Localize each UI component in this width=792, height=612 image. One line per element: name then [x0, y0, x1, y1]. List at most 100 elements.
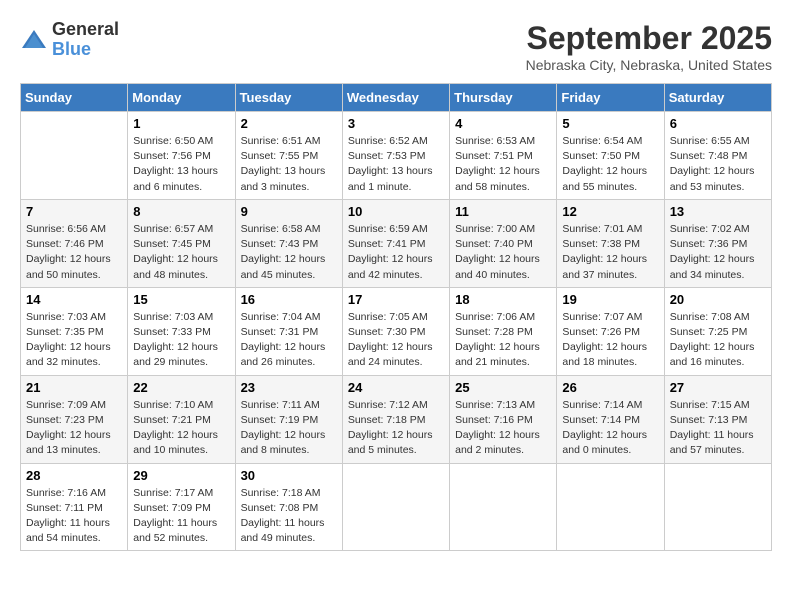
- day-number: 25: [455, 380, 551, 395]
- day-number: 18: [455, 292, 551, 307]
- cell-details: Sunrise: 6:59 AM Sunset: 7:41 PM Dayligh…: [348, 222, 444, 283]
- cell-details: Sunrise: 7:03 AM Sunset: 7:33 PM Dayligh…: [133, 310, 229, 371]
- calendar-cell: [342, 463, 449, 551]
- calendar-cell: 29 Sunrise: 7:17 AM Sunset: 7:09 PM Dayli…: [128, 463, 235, 551]
- calendar-cell: [664, 463, 771, 551]
- day-number: 11: [455, 204, 551, 219]
- cell-details: Sunrise: 6:57 AM Sunset: 7:45 PM Dayligh…: [133, 222, 229, 283]
- cell-details: Sunrise: 7:00 AM Sunset: 7:40 PM Dayligh…: [455, 222, 551, 283]
- calendar-cell: 4 Sunrise: 6:53 AM Sunset: 7:51 PM Daylig…: [450, 112, 557, 200]
- day-number: 1: [133, 116, 229, 131]
- day-number: 15: [133, 292, 229, 307]
- column-header-sunday: Sunday: [21, 84, 128, 112]
- day-number: 19: [562, 292, 658, 307]
- calendar-cell: 8 Sunrise: 6:57 AM Sunset: 7:45 PM Daylig…: [128, 199, 235, 287]
- calendar-cell: 16 Sunrise: 7:04 AM Sunset: 7:31 PM Dayli…: [235, 287, 342, 375]
- week-row-1: 1 Sunrise: 6:50 AM Sunset: 7:56 PM Daylig…: [21, 112, 772, 200]
- day-number: 8: [133, 204, 229, 219]
- day-number: 21: [26, 380, 122, 395]
- cell-details: Sunrise: 7:15 AM Sunset: 7:13 PM Dayligh…: [670, 398, 766, 459]
- week-row-5: 28Sunrise: 7:16 AM Sunset: 7:11 PM Dayli…: [21, 463, 772, 551]
- cell-details: Sunrise: 6:55 AM Sunset: 7:48 PM Dayligh…: [670, 134, 766, 195]
- cell-details: Sunrise: 7:06 AM Sunset: 7:28 PM Dayligh…: [455, 310, 551, 371]
- day-number: 24: [348, 380, 444, 395]
- week-row-3: 14 Sunrise: 7:03 AM Sunset: 7:35 PM Dayli…: [21, 287, 772, 375]
- calendar-cell: 26Sunrise: 7:14 AM Sunset: 7:14 PM Dayli…: [557, 375, 664, 463]
- cell-details: Sunrise: 7:16 AM Sunset: 7:11 PM Dayligh…: [26, 486, 122, 547]
- cell-details: Sunrise: 6:56 AM Sunset: 7:46 PM Dayligh…: [26, 222, 122, 283]
- day-number: 10: [348, 204, 444, 219]
- calendar-cell: 9 Sunrise: 6:58 AM Sunset: 7:43 PM Daylig…: [235, 199, 342, 287]
- logo: General Blue: [20, 20, 119, 60]
- column-header-wednesday: Wednesday: [342, 84, 449, 112]
- cell-details: Sunrise: 6:50 AM Sunset: 7:56 PM Dayligh…: [133, 134, 229, 195]
- cell-details: Sunrise: 7:04 AM Sunset: 7:31 PM Dayligh…: [241, 310, 337, 371]
- week-row-2: 7 Sunrise: 6:56 AM Sunset: 7:46 PM Daylig…: [21, 199, 772, 287]
- day-number: 6: [670, 116, 766, 131]
- cell-details: Sunrise: 6:53 AM Sunset: 7:51 PM Dayligh…: [455, 134, 551, 195]
- day-number: 30: [241, 468, 337, 483]
- day-number: 5: [562, 116, 658, 131]
- calendar-cell: 3 Sunrise: 6:52 AM Sunset: 7:53 PM Daylig…: [342, 112, 449, 200]
- cell-details: Sunrise: 7:17 AM Sunset: 7:09 PM Dayligh…: [133, 486, 229, 547]
- logo-blue: Blue: [52, 39, 91, 59]
- cell-details: Sunrise: 7:01 AM Sunset: 7:38 PM Dayligh…: [562, 222, 658, 283]
- day-number: 23: [241, 380, 337, 395]
- day-number: 17: [348, 292, 444, 307]
- day-number: 14: [26, 292, 122, 307]
- subtitle: Nebraska City, Nebraska, United States: [526, 57, 772, 73]
- cell-details: Sunrise: 7:03 AM Sunset: 7:35 PM Dayligh…: [26, 310, 122, 371]
- calendar-cell: 5Sunrise: 6:54 AM Sunset: 7:50 PM Daylig…: [557, 112, 664, 200]
- calendar-cell: 11 Sunrise: 7:00 AM Sunset: 7:40 PM Dayli…: [450, 199, 557, 287]
- calendar-cell: 28Sunrise: 7:16 AM Sunset: 7:11 PM Dayli…: [21, 463, 128, 551]
- cell-details: Sunrise: 7:02 AM Sunset: 7:36 PM Dayligh…: [670, 222, 766, 283]
- cell-details: Sunrise: 7:07 AM Sunset: 7:26 PM Dayligh…: [562, 310, 658, 371]
- day-number: 7: [26, 204, 122, 219]
- day-number: 3: [348, 116, 444, 131]
- column-header-saturday: Saturday: [664, 84, 771, 112]
- cell-details: Sunrise: 6:58 AM Sunset: 7:43 PM Dayligh…: [241, 222, 337, 283]
- calendar-cell: 21Sunrise: 7:09 AM Sunset: 7:23 PM Dayli…: [21, 375, 128, 463]
- cell-details: Sunrise: 6:51 AM Sunset: 7:55 PM Dayligh…: [241, 134, 337, 195]
- main-title: September 2025: [526, 20, 772, 57]
- logo-icon: [20, 26, 48, 54]
- calendar-cell: 17 Sunrise: 7:05 AM Sunset: 7:30 PM Dayli…: [342, 287, 449, 375]
- calendar-cell: 6 Sunrise: 6:55 AM Sunset: 7:48 PM Daylig…: [664, 112, 771, 200]
- day-number: 29: [133, 468, 229, 483]
- day-number: 4: [455, 116, 551, 131]
- day-number: 20: [670, 292, 766, 307]
- cell-details: Sunrise: 7:05 AM Sunset: 7:30 PM Dayligh…: [348, 310, 444, 371]
- calendar-cell: 1 Sunrise: 6:50 AM Sunset: 7:56 PM Daylig…: [128, 112, 235, 200]
- calendar-cell: [450, 463, 557, 551]
- title-block: September 2025 Nebraska City, Nebraska, …: [526, 20, 772, 73]
- day-number: 22: [133, 380, 229, 395]
- day-number: 13: [670, 204, 766, 219]
- calendar-cell: 2 Sunrise: 6:51 AM Sunset: 7:55 PM Daylig…: [235, 112, 342, 200]
- cell-details: Sunrise: 6:52 AM Sunset: 7:53 PM Dayligh…: [348, 134, 444, 195]
- day-number: 16: [241, 292, 337, 307]
- day-number: 2: [241, 116, 337, 131]
- calendar-cell: 19 Sunrise: 7:07 AM Sunset: 7:26 PM Dayli…: [557, 287, 664, 375]
- column-header-monday: Monday: [128, 84, 235, 112]
- cell-details: Sunrise: 7:08 AM Sunset: 7:25 PM Dayligh…: [670, 310, 766, 371]
- calendar-cell: [557, 463, 664, 551]
- week-row-4: 21Sunrise: 7:09 AM Sunset: 7:23 PM Dayli…: [21, 375, 772, 463]
- cell-details: Sunrise: 7:13 AM Sunset: 7:16 PM Dayligh…: [455, 398, 551, 459]
- calendar-cell: 23 Sunrise: 7:11 AM Sunset: 7:19 PM Dayli…: [235, 375, 342, 463]
- column-header-friday: Friday: [557, 84, 664, 112]
- day-number: 9: [241, 204, 337, 219]
- cell-details: Sunrise: 7:11 AM Sunset: 7:19 PM Dayligh…: [241, 398, 337, 459]
- calendar-cell: 30Sunrise: 7:18 AM Sunset: 7:08 PM Dayli…: [235, 463, 342, 551]
- calendar-cell: 22Sunrise: 7:10 AM Sunset: 7:21 PM Dayli…: [128, 375, 235, 463]
- calendar-cell: 27Sunrise: 7:15 AM Sunset: 7:13 PM Dayli…: [664, 375, 771, 463]
- calendar-cell: 7 Sunrise: 6:56 AM Sunset: 7:46 PM Daylig…: [21, 199, 128, 287]
- column-header-tuesday: Tuesday: [235, 84, 342, 112]
- calendar-cell: 25 Sunrise: 7:13 AM Sunset: 7:16 PM Dayli…: [450, 375, 557, 463]
- calendar-cell: 15 Sunrise: 7:03 AM Sunset: 7:33 PM Dayli…: [128, 287, 235, 375]
- logo-general: General: [52, 19, 119, 39]
- calendar-cell: 14 Sunrise: 7:03 AM Sunset: 7:35 PM Dayli…: [21, 287, 128, 375]
- calendar-cell: [21, 112, 128, 200]
- calendar-cell: 13 Sunrise: 7:02 AM Sunset: 7:36 PM Dayli…: [664, 199, 771, 287]
- calendar-cell: 10 Sunrise: 6:59 AM Sunset: 7:41 PM Dayli…: [342, 199, 449, 287]
- page-header: General Blue September 2025 Nebraska Cit…: [20, 20, 772, 73]
